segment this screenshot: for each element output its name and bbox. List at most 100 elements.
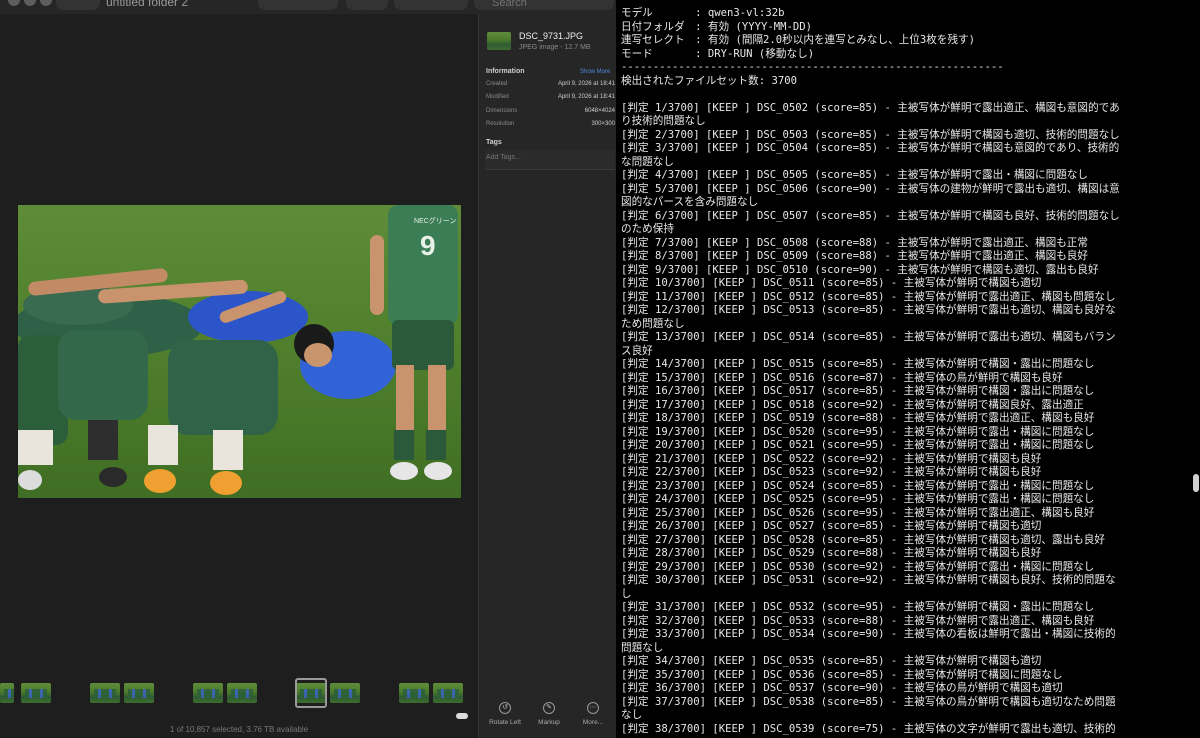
close-window-button[interactable] <box>8 0 20 6</box>
folder-title: untitled folder 2 <box>106 0 189 9</box>
terminal-line: な問題なし <box>621 155 674 168</box>
information-heading: Information <box>486 68 525 75</box>
terminal-line: 問題なし <box>621 641 664 654</box>
terminal-line: [判定 38/3700] [KEEP ] DSC_0539 (score=75)… <box>621 722 1116 735</box>
terminal-line: [判定 19/3700] [KEEP ] DSC_0520 (score=95)… <box>621 425 1095 438</box>
more-icon: ⋯ <box>587 702 599 714</box>
terminal-line: [判定 31/3700] [KEEP ] DSC_0532 (score=95)… <box>621 601 1095 613</box>
terminal-window[interactable]: モデル : qwen3-vl:32b 日付フォルダ : 有効 (YYYY-MM-D… <box>616 0 1200 738</box>
terminal-line: モデル : qwen3-vl:32b <box>621 7 785 19</box>
terminal-line: [判定 7/3700] [KEEP ] DSC_0508 (score=88) … <box>621 236 1088 249</box>
jersey-text: NECグリーン <box>414 216 456 225</box>
terminal-line: [判定 15/3700] [KEEP ] DSC_0516 (score=87)… <box>621 371 1063 384</box>
terminal-line: 連写セレクト : 有効 (間隔2.0秒以内を連写とみなし、上位3枚を残す) <box>621 34 976 46</box>
terminal-line: [判定 1/3700] [KEEP ] DSC_0502 (score=85) … <box>621 101 1120 114</box>
terminal-line: ----------------------------------------… <box>621 61 1004 73</box>
terminal-line: [判定 35/3700] [KEEP ] DSC_0536 (score=85)… <box>621 668 1063 681</box>
thumbnail[interactable] <box>90 683 120 703</box>
terminal-line: [判定 29/3700] [KEEP ] DSC_0530 (score=92)… <box>621 560 1095 573</box>
view-switcher[interactable] <box>258 0 338 10</box>
status-bar: 1 of 10,857 selected, 3.76 TB available <box>169 725 309 734</box>
thumbnail[interactable] <box>124 683 154 703</box>
terminal-line: [判定 9/3700] [KEEP ] DSC_0510 (score=90) … <box>621 263 1099 276</box>
file-name: DSC_9731.JPG <box>519 31 584 41</box>
terminal-line: 図的なパースを含み問題なし <box>621 196 759 208</box>
terminal-line: [判定 3/3700] [KEEP ] DSC_0504 (score=85) … <box>621 142 1120 154</box>
show-more-link[interactable]: Show More <box>580 69 610 75</box>
info-row-created: Created April 9, 2026 at 18:41 <box>486 81 615 87</box>
minimize-window-button[interactable] <box>24 0 36 6</box>
terminal-line: 検出されたファイルセット数: 3700 <box>621 74 797 87</box>
thumbnail[interactable] <box>193 683 223 703</box>
info-row-dimensions: Dimensions 6048×4024 <box>486 108 615 114</box>
quick-actions: ↺ Rotate Left ✎ Markup ⋯ More... <box>479 696 616 738</box>
tags-input[interactable] <box>485 150 615 170</box>
terminal-line: [判定 21/3700] [KEEP ] DSC_0522 (score=92)… <box>621 452 1042 465</box>
terminal-line: [判定 12/3700] [KEEP ] DSC_0513 (score=85)… <box>621 304 1116 316</box>
terminal-line: ス良好 <box>621 344 653 357</box>
markup-icon: ✎ <box>543 702 555 714</box>
terminal-line: 日付フォルダ : 有効 (YYYY-MM-DD) <box>621 20 813 33</box>
terminal-line: [判定 13/3700] [KEEP ] DSC_0514 (score=85)… <box>621 331 1116 343</box>
finder-toolbar: untitled folder 2 ⋯ ⌕ <box>0 0 616 14</box>
jersey-number: 9 <box>420 230 436 261</box>
terminal-line: [判定 8/3700] [KEEP ] DSC_0509 (score=88) … <box>621 250 1088 262</box>
terminal-line: [判定 20/3700] [KEEP ] DSC_0521 (score=95)… <box>621 439 1095 451</box>
finder-window: untitled folder 2 ⋯ ⌕ <box>0 0 616 738</box>
terminal-line: [判定 16/3700] [KEEP ] DSC_0517 (score=85)… <box>621 385 1095 397</box>
info-row-modified: Modified April 9, 2026 at 18:41 <box>486 94 615 100</box>
search-icon: ⌕ <box>480 0 485 3</box>
terminal-line: モード : DRY-RUN (移動なし) <box>621 47 815 60</box>
file-kind: JPEG image - 12.7 MB <box>519 44 591 51</box>
terminal-line: [判定 33/3700] [KEEP ] DSC_0534 (score=90)… <box>621 628 1116 640</box>
rotate-left-button[interactable]: ↺ Rotate Left <box>485 702 525 726</box>
terminal-line: [判定 6/3700] [KEEP ] DSC_0507 (score=85) … <box>621 209 1120 222</box>
thumbnail[interactable] <box>21 683 51 703</box>
rotate-left-icon: ↺ <box>499 702 511 714</box>
zoom-window-button[interactable] <box>40 0 52 6</box>
terminal-line: [判定 24/3700] [KEEP ] DSC_0525 (score=95)… <box>621 493 1095 505</box>
terminal-line: [判定 36/3700] [KEEP ] DSC_0537 (score=90)… <box>621 682 1063 694</box>
selected-thumbnail-frame <box>295 678 327 708</box>
thumbnail[interactable] <box>227 683 257 703</box>
search-input[interactable] <box>492 0 602 10</box>
markup-button[interactable]: ✎ Markup <box>529 702 569 726</box>
terminal-line: [判定 37/3700] [KEEP ] DSC_0538 (score=85)… <box>621 695 1116 708</box>
info-row-resolution: Resolution 300×300 <box>486 121 615 127</box>
terminal-line: [判定 23/3700] [KEEP ] DSC_0524 (score=85)… <box>621 479 1095 492</box>
scrollbar-thumb[interactable] <box>456 713 468 719</box>
terminal-line: ため問題なし <box>621 317 685 330</box>
terminal-line: [判定 25/3700] [KEEP ] DSC_0526 (score=95)… <box>621 506 1095 519</box>
terminal-line: [判定 4/3700] [KEEP ] DSC_0505 (score=85) … <box>621 169 1088 181</box>
thumbnail[interactable] <box>433 683 463 703</box>
thumbnail[interactable] <box>330 683 360 703</box>
terminal-line: [判定 14/3700] [KEEP ] DSC_0515 (score=85)… <box>621 358 1095 370</box>
filmstrip-scrollbar[interactable] <box>0 713 470 719</box>
terminal-line: [判定 2/3700] [KEEP ] DSC_0503 (score=85) … <box>621 128 1120 141</box>
terminal-line: し <box>621 587 632 600</box>
terminal-scrollbar[interactable] <box>1193 474 1199 492</box>
terminal-line: なし <box>621 709 643 721</box>
terminal-line: [判定 18/3700] [KEEP ] DSC_0519 (score=88)… <box>621 412 1095 424</box>
thumbnail[interactable] <box>0 683 14 703</box>
terminal-line: のため保持 <box>621 223 674 235</box>
filmstrip[interactable] <box>0 674 478 712</box>
thumbnail[interactable] <box>399 683 429 703</box>
rugby-scrum-photo: 9 NECグリーン <box>18 205 461 498</box>
terminal-line: [判定 30/3700] [KEEP ] DSC_0531 (score=92)… <box>621 574 1116 586</box>
terminal-line: り技術的問題なし <box>621 115 706 127</box>
terminal-line: [判定 32/3700] [KEEP ] DSC_0533 (score=88)… <box>621 614 1095 627</box>
terminal-line: [判定 22/3700] [KEEP ] DSC_0523 (score=92)… <box>621 466 1042 478</box>
terminal-line: [判定 27/3700] [KEEP ] DSC_0528 (score=85)… <box>621 533 1105 546</box>
actions-toolbar[interactable]: ⋯ <box>394 0 468 10</box>
terminal-line: [判定 5/3700] [KEEP ] DSC_0506 (score=90) … <box>621 182 1120 195</box>
search-field[interactable]: ⌕ <box>474 0 614 10</box>
terminal-line: [判定 28/3700] [KEEP ] DSC_0529 (score=88)… <box>621 547 1042 559</box>
group-by-button[interactable] <box>360 0 388 10</box>
tags-heading: Tags <box>486 139 502 146</box>
back-forward-buttons[interactable] <box>56 0 100 10</box>
preview-inspector: DSC_9731.JPG JPEG image - 12.7 MB Inform… <box>478 14 616 738</box>
terminal-line: [判定 34/3700] [KEEP ] DSC_0535 (score=85)… <box>621 655 1042 667</box>
more-actions-button[interactable]: ⋯ More... <box>573 702 613 726</box>
terminal-line: [判定 26/3700] [KEEP ] DSC_0527 (score=85)… <box>621 520 1042 532</box>
